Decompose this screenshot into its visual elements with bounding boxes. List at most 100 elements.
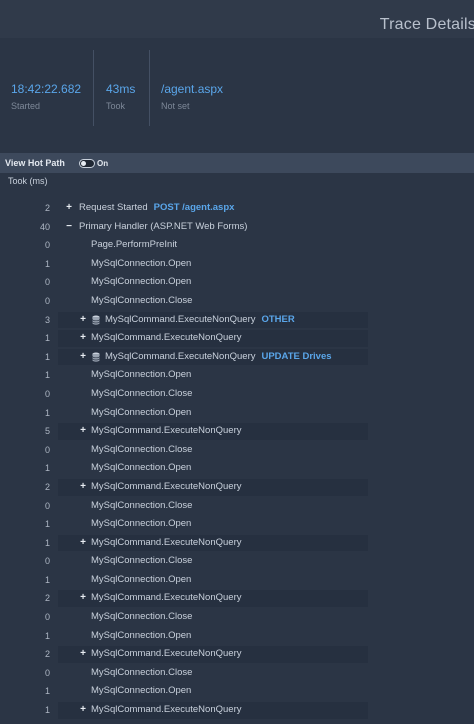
toggle-knob — [81, 161, 86, 166]
trace-row[interactable]: 0 MySqlConnection.Close — [0, 497, 474, 516]
trace-row[interactable]: 1 + MySqlCommand.ExecuteNonQuery UPDATE Dri… — [0, 348, 474, 367]
trace-row[interactable]: 1 MySqlConnection.Open — [0, 255, 474, 274]
trace-row-label: MySqlConnection.Close — [91, 555, 193, 567]
expand-icon[interactable]: + — [78, 329, 88, 348]
trace-row[interactable]: 2 + MySqlCommand.ExecuteNonQuery — [0, 645, 474, 664]
trace-row-name: MySqlConnection.Open — [91, 273, 191, 292]
divider — [149, 50, 150, 126]
trace-row-name: MySqlConnection.Open — [91, 515, 191, 534]
trace-row[interactable]: 0 MySqlConnection.Close — [0, 608, 474, 627]
page-title: Trace Details — [379, 16, 474, 33]
expand-icon[interactable]: + — [78, 478, 88, 497]
trace-row-info[interactable]: UPDATE Drives — [261, 351, 331, 362]
trace-row-label: MySqlConnection.Open — [91, 518, 192, 530]
trace-row[interactable]: 0 MySqlConnection.Open — [0, 273, 474, 292]
trace-row[interactable]: 1 + MySqlCommand.ExecuteNonQuery — [0, 701, 474, 720]
trace-row-label: Request Started — [79, 202, 148, 213]
trace-row-name: MySqlConnection.Close — [91, 441, 192, 460]
took-value: 0 — [44, 500, 50, 511]
took-value: 1 — [44, 630, 50, 641]
took-value: 1 — [44, 705, 50, 716]
took-value: 1 — [44, 351, 50, 362]
trace-row-name: MySqlConnection.Open — [91, 404, 191, 423]
trace-row[interactable]: 1 + MySqlCommand.ExecuteNonQuery — [0, 329, 474, 348]
trace-row-label: MySqlCommand.ExecuteNonQuery — [105, 313, 256, 325]
expand-icon[interactable]: + — [78, 422, 88, 441]
trace-row[interactable]: 1 + MySqlCommand.ExecuteNonQuery — [0, 534, 474, 553]
trace-row[interactable]: 1 MySqlConnection.Open — [0, 366, 474, 385]
trace-row[interactable]: 5 + MySqlCommand.ExecuteNonQuery — [0, 422, 474, 441]
trace-row-info[interactable]: OTHER — [261, 314, 294, 325]
trace-row-label: Primary Handler (ASP.NET Web Forms) — [79, 220, 248, 232]
took-value: 2 — [44, 203, 50, 213]
trace-row-label: MySqlConnection.Close — [91, 387, 193, 399]
trace-row-name: MySqlCommand.ExecuteNonQuery — [91, 478, 241, 497]
collapse-icon[interactable]: − — [64, 218, 74, 237]
expand-icon[interactable]: + — [78, 534, 88, 553]
title-bar: Trace Details — [0, 0, 474, 39]
took-value: 0 — [44, 295, 50, 306]
trace-row[interactable]: 3 + MySqlCommand.ExecuteNonQuery OTHER — [0, 311, 474, 330]
expand-icon[interactable]: + — [78, 589, 88, 608]
took-value: 2 — [44, 593, 50, 604]
trace-row[interactable]: 1 MySqlConnection.Open — [0, 515, 474, 534]
trace-row[interactable]: 0 MySqlConnection.Close — [0, 552, 474, 571]
stat-label: Took — [106, 101, 126, 111]
stat-label: Not set — [161, 101, 190, 111]
trace-row-label: MySqlCommand.ExecuteNonQuery — [91, 332, 242, 344]
took-value: 1 — [44, 537, 50, 548]
expand-icon[interactable]: + — [78, 701, 88, 720]
took-value: 1 — [44, 258, 50, 269]
trace-row-name: MySqlConnection.Close — [91, 664, 192, 683]
took-value: 0 — [44, 240, 50, 251]
hot-path-state: On — [97, 159, 109, 168]
trace-row-name: MySqlConnection.Close — [91, 608, 192, 627]
trace-row[interactable]: 1 MySqlConnection.Open — [0, 404, 474, 423]
took-value: 1 — [44, 370, 50, 381]
trace-row[interactable]: 0 MySqlConnection.Close — [0, 664, 474, 683]
hot-path-label: View Hot Path — [5, 158, 65, 168]
trace-row[interactable]: 0 MySqlConnection.Close — [0, 441, 474, 460]
stat-url: /agent.aspx Not set — [161, 82, 223, 112]
trace-row-label: MySqlConnection.Close — [91, 443, 193, 455]
trace-row-label: MySqlCommand.ExecuteNonQuery — [91, 536, 242, 548]
trace-row-label: MySqlConnection.Open — [91, 462, 192, 474]
trace-row[interactable]: 1 MySqlConnection.Open — [0, 682, 474, 701]
trace-row-name: MySqlConnection.Close — [91, 552, 192, 571]
trace-row-name: MySqlConnection.Close — [91, 292, 192, 311]
trace-row-name: MySqlCommand.ExecuteNonQuery — [91, 534, 241, 553]
trace-row[interactable]: 0 MySqlConnection.Close — [0, 385, 474, 404]
took-value: 0 — [44, 667, 50, 678]
trace-row-name: Page.PerformPreInit — [91, 236, 177, 255]
stat-label: Started — [11, 101, 41, 111]
trace-row[interactable]: 2 + Request Started POST /agent.aspx — [0, 199, 474, 218]
trace-row[interactable]: 0 Page.PerformPreInit — [0, 236, 474, 255]
expand-icon[interactable]: + — [64, 199, 74, 218]
trace-row[interactable]: 1 MySqlConnection.Open — [0, 627, 474, 646]
trace-row-name: MySqlCommand.ExecuteNonQuery — [91, 645, 241, 664]
trace-row-name: MySqlConnection.Open — [91, 459, 191, 478]
trace-row-name: MySqlConnection.Open — [91, 682, 191, 701]
stat-value: 18:42:22.682 — [11, 82, 82, 96]
trace-row-info[interactable]: POST /agent.aspx — [154, 202, 235, 213]
took-value: 3 — [44, 314, 50, 325]
expand-icon[interactable]: + — [78, 348, 88, 367]
trace-row[interactable]: 1 MySqlConnection.Open — [0, 571, 474, 590]
expand-icon[interactable]: + — [78, 311, 88, 330]
stat-value: 43ms — [106, 82, 136, 96]
stat-value: /agent.aspx — [161, 82, 224, 96]
expand-icon[interactable]: + — [78, 645, 88, 664]
trace-row-label: MySqlConnection.Open — [91, 257, 192, 269]
trace-row-label: MySqlConnection.Open — [91, 629, 192, 641]
trace-row[interactable]: 2 + MySqlCommand.ExecuteNonQuery — [0, 589, 474, 608]
took-value: 1 — [44, 686, 50, 697]
took-column-header: Took (ms) — [8, 176, 48, 186]
trace-row[interactable]: 40 − Primary Handler (ASP.NET Web Forms) — [0, 218, 474, 237]
took-value: 1 — [44, 463, 50, 474]
took-value: 2 — [44, 649, 50, 660]
trace-row[interactable]: 1 MySqlConnection.Open — [0, 459, 474, 478]
trace-row[interactable]: 0 MySqlConnection.Close — [0, 292, 474, 311]
trace-row-name: MySqlConnection.Open — [91, 627, 191, 646]
hot-path-toggle[interactable] — [79, 159, 95, 168]
trace-row[interactable]: 2 + MySqlCommand.ExecuteNonQuery — [0, 478, 474, 497]
